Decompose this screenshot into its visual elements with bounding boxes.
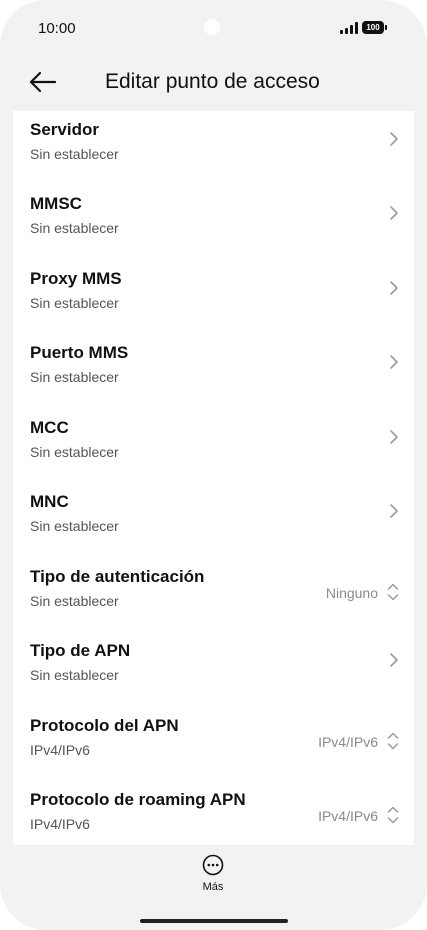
battery-tip xyxy=(385,25,387,30)
page-title: Editar punto de acceso xyxy=(105,70,320,93)
setting-subtitle: Sin establecer xyxy=(30,369,119,385)
app-header: Editar punto de acceso xyxy=(0,60,427,110)
setting-row-mmsc[interactable]: MMSC Sin establecer xyxy=(13,185,414,255)
setting-row-proxy-mms[interactable]: Proxy MMS Sin establecer xyxy=(13,260,414,330)
back-button[interactable] xyxy=(22,66,62,98)
setting-title: Puerto MMS xyxy=(30,343,129,362)
bottom-action-bar: Más xyxy=(0,846,427,930)
setting-subtitle: IPv4/IPv6 xyxy=(30,816,90,832)
setting-subtitle: Sin establecer xyxy=(30,146,119,162)
setting-subtitle: Sin establecer xyxy=(30,444,119,460)
more-label: Más xyxy=(202,881,224,893)
chevron-right-icon xyxy=(390,355,398,369)
phone-screen: 10:00 100 Editar punto de acceso Servido… xyxy=(0,0,427,930)
setting-value: Ninguno xyxy=(325,585,378,601)
signal-icon xyxy=(340,22,358,34)
chevron-right-icon xyxy=(390,281,398,295)
setting-title: Tipo de autenticación xyxy=(30,567,205,586)
setting-title: Tipo de APN xyxy=(30,641,131,660)
status-bar: 10:00 100 xyxy=(0,0,427,60)
setting-title: Protocolo de roaming APN xyxy=(30,790,246,809)
setting-row-mcc[interactable]: MCC Sin establecer xyxy=(13,409,414,479)
setting-value: IPv4/IPv6 xyxy=(318,808,378,824)
arrow-left-icon xyxy=(29,71,57,93)
setting-value: IPv4/IPv6 xyxy=(318,734,378,750)
setting-subtitle: Sin establecer xyxy=(30,295,119,311)
setting-title: Proxy MMS xyxy=(30,269,122,288)
setting-title: MCC xyxy=(30,418,69,437)
setting-subtitle: Sin establecer xyxy=(30,593,119,609)
setting-subtitle: Sin establecer xyxy=(30,667,119,683)
setting-title: Servidor xyxy=(30,120,99,139)
chevron-right-icon xyxy=(390,504,398,518)
setting-subtitle: IPv4/IPv6 xyxy=(30,742,90,758)
up-down-icon xyxy=(387,806,399,824)
setting-row-protocolo-apn[interactable]: Protocolo del APN IPv4/IPv6 IPv4/IPv6 xyxy=(13,707,414,777)
chevron-right-icon xyxy=(390,132,398,146)
up-down-icon xyxy=(387,583,399,601)
battery-icon: 100 xyxy=(362,21,384,34)
setting-row-puerto-mms[interactable]: Puerto MMS Sin establecer xyxy=(13,334,414,404)
setting-row-protocolo-roaming-apn[interactable]: Protocolo de roaming APN IPv4/IPv6 IPv4/… xyxy=(13,781,414,845)
more-dots-icon xyxy=(202,854,224,876)
setting-row-tipo-autenticacion[interactable]: Tipo de autenticación Sin establecer Nin… xyxy=(13,558,414,628)
home-indicator[interactable] xyxy=(140,919,288,923)
chevron-right-icon xyxy=(390,430,398,444)
setting-title: Protocolo del APN xyxy=(30,716,179,735)
setting-row-tipo-apn[interactable]: Tipo de APN Sin establecer xyxy=(13,632,414,702)
chevron-right-icon xyxy=(390,653,398,667)
more-button[interactable]: Más xyxy=(183,854,243,900)
status-time: 10:00 xyxy=(38,20,76,37)
up-down-icon xyxy=(387,732,399,750)
setting-subtitle: Sin establecer xyxy=(30,220,119,236)
setting-title: MMSC xyxy=(30,194,82,213)
setting-title: MNC xyxy=(30,492,69,511)
setting-row-mnc[interactable]: MNC Sin establecer xyxy=(13,483,414,553)
setting-subtitle: Sin establecer xyxy=(30,518,119,534)
settings-list: Servidor Sin establecer MMSC Sin estable… xyxy=(13,111,414,845)
setting-row-servidor[interactable]: Servidor Sin establecer xyxy=(13,111,414,181)
chevron-right-icon xyxy=(390,206,398,220)
front-camera xyxy=(204,19,220,35)
